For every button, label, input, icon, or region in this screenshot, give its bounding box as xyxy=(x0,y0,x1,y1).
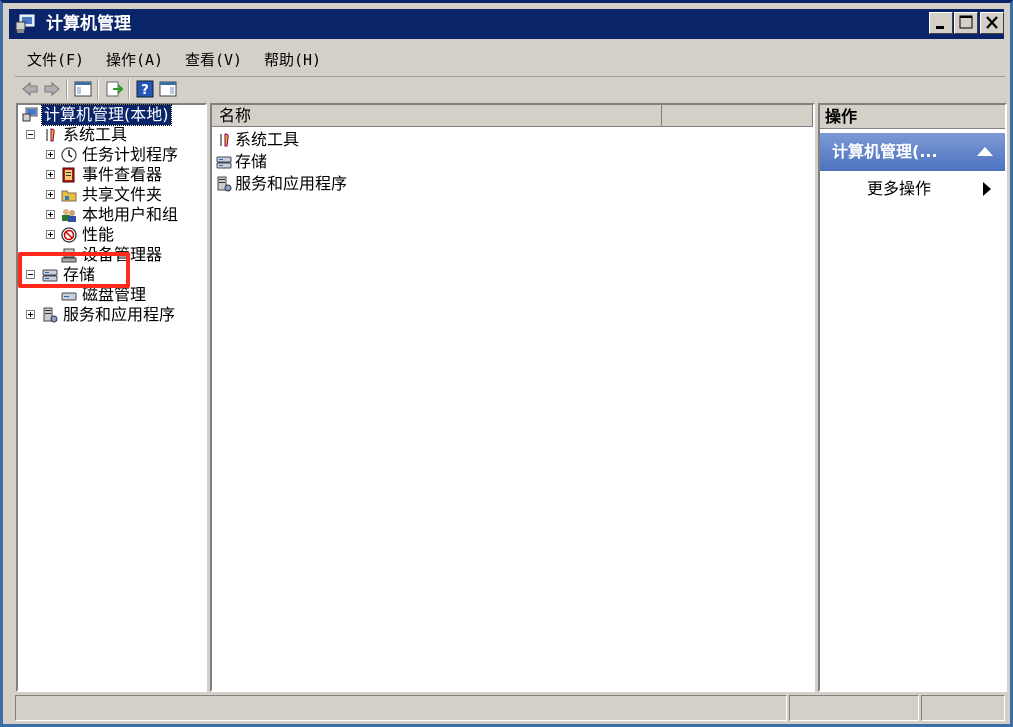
event-viewer-icon xyxy=(61,167,77,183)
tools-icon xyxy=(42,127,58,143)
status-cell-main xyxy=(15,695,787,721)
tree-item-services-apps[interactable]: 服务和应用程序 xyxy=(20,305,205,325)
shared-folder-icon xyxy=(61,187,77,203)
expand-icon[interactable] xyxy=(26,310,35,319)
results-pane[interactable]: 名称 系统工具 存储 服务和应用程序 xyxy=(210,103,815,692)
tree-label-root: 计算机管理(本地) xyxy=(41,104,172,126)
forward-icon[interactable] xyxy=(42,79,62,99)
toolbar: ? xyxy=(15,76,1005,101)
show-hide-console-tree-icon[interactable] xyxy=(73,79,93,99)
services-icon xyxy=(216,176,232,192)
toolbar-separator xyxy=(128,79,130,99)
actions-group-label: 计算机管理(... xyxy=(832,142,938,161)
actions-pane: 操作 计算机管理(... 更多操作 xyxy=(818,103,1007,692)
export-list-icon[interactable] xyxy=(104,79,124,99)
list-item-label: 服务和应用程序 xyxy=(235,174,348,193)
tree-label-performance: 性能 xyxy=(82,225,115,244)
help-icon[interactable]: ? xyxy=(135,79,155,99)
expand-icon[interactable] xyxy=(46,150,55,159)
toolbar-separator xyxy=(97,79,99,99)
status-cell-3 xyxy=(921,695,1005,721)
users-icon xyxy=(61,207,77,223)
minimize-button[interactable] xyxy=(929,12,953,34)
performance-icon xyxy=(61,227,77,243)
tree-item-disk-management[interactable]: 磁盘管理 xyxy=(20,285,205,305)
expand-icon[interactable] xyxy=(46,230,55,239)
tree-label-local-users: 本地用户和组 xyxy=(82,205,179,224)
show-hide-action-pane-icon[interactable] xyxy=(158,79,178,99)
computer-management-window: 计算机管理 文件(F) 操作(A) 查看(V) 帮助(H) ? 计算机管理(本地… xyxy=(0,0,1013,727)
disk-icon xyxy=(61,287,77,303)
tree-label-event-viewer: 事件查看器 xyxy=(82,165,163,184)
more-actions-label: 更多操作 xyxy=(867,179,932,198)
collapse-up-icon[interactable] xyxy=(977,147,993,156)
tree-item-shared-folders[interactable]: 共享文件夹 xyxy=(20,185,205,205)
tools-icon xyxy=(216,132,232,148)
actions-header: 操作 xyxy=(820,105,1005,129)
storage-icon xyxy=(216,154,232,170)
tree-item-performance[interactable]: 性能 xyxy=(20,225,205,245)
tree-label-disk-management: 磁盘管理 xyxy=(82,285,147,304)
submenu-arrow-icon xyxy=(983,182,991,196)
clock-icon xyxy=(61,147,77,163)
tree-label-services-apps: 服务和应用程序 xyxy=(63,305,176,324)
window-title: 计算机管理 xyxy=(46,14,131,34)
computer-management-icon xyxy=(15,14,37,34)
tree-item-system-tools[interactable]: 系统工具 xyxy=(20,125,205,145)
column-header-name[interactable]: 名称 xyxy=(212,105,662,127)
list-item-label: 存储 xyxy=(235,152,268,171)
computer-management-icon xyxy=(22,107,38,123)
tree-label-shared-folders: 共享文件夹 xyxy=(82,185,163,204)
list-item-label: 系统工具 xyxy=(235,130,300,149)
svg-text:?: ? xyxy=(141,83,149,98)
expand-icon[interactable] xyxy=(46,210,55,219)
highlight-box xyxy=(18,252,130,288)
menu-file[interactable]: 文件(F) xyxy=(27,49,84,70)
tree-label-task-scheduler: 任务计划程序 xyxy=(82,145,179,164)
tree-item-root[interactable]: 计算机管理(本地) xyxy=(20,104,205,126)
menu-action[interactable]: 操作(A) xyxy=(106,49,163,70)
tree-item-task-scheduler[interactable]: 任务计划程序 xyxy=(20,145,205,165)
menu-help[interactable]: 帮助(H) xyxy=(264,49,321,70)
status-cell-2 xyxy=(789,695,919,721)
collapse-icon[interactable] xyxy=(26,130,35,139)
services-icon xyxy=(42,307,58,323)
menu-view[interactable]: 查看(V) xyxy=(185,49,242,70)
toolbar-separator xyxy=(66,79,68,99)
tree-item-local-users[interactable]: 本地用户和组 xyxy=(20,205,205,225)
back-icon[interactable] xyxy=(20,79,40,99)
title-bar[interactable]: 计算机管理 xyxy=(9,9,1004,39)
more-actions-item[interactable]: 更多操作 xyxy=(820,177,1005,201)
status-bar xyxy=(15,695,1005,721)
menu-bar: 文件(F) 操作(A) 查看(V) 帮助(H) xyxy=(15,43,1005,73)
actions-group-computer-management[interactable]: 计算机管理(... xyxy=(820,133,1005,171)
expand-icon[interactable] xyxy=(46,190,55,199)
expand-icon[interactable] xyxy=(46,170,55,179)
column-header-blank[interactable] xyxy=(662,105,813,127)
console-tree-pane[interactable]: 计算机管理(本地) 系统工具 任务计划程序 事件查看器 共享文件夹 本地用户和组… xyxy=(16,103,207,692)
close-button[interactable] xyxy=(980,12,1004,34)
maximize-button[interactable] xyxy=(954,12,978,34)
tree-label-system-tools: 系统工具 xyxy=(63,125,128,144)
tree-item-event-viewer[interactable]: 事件查看器 xyxy=(20,165,205,185)
